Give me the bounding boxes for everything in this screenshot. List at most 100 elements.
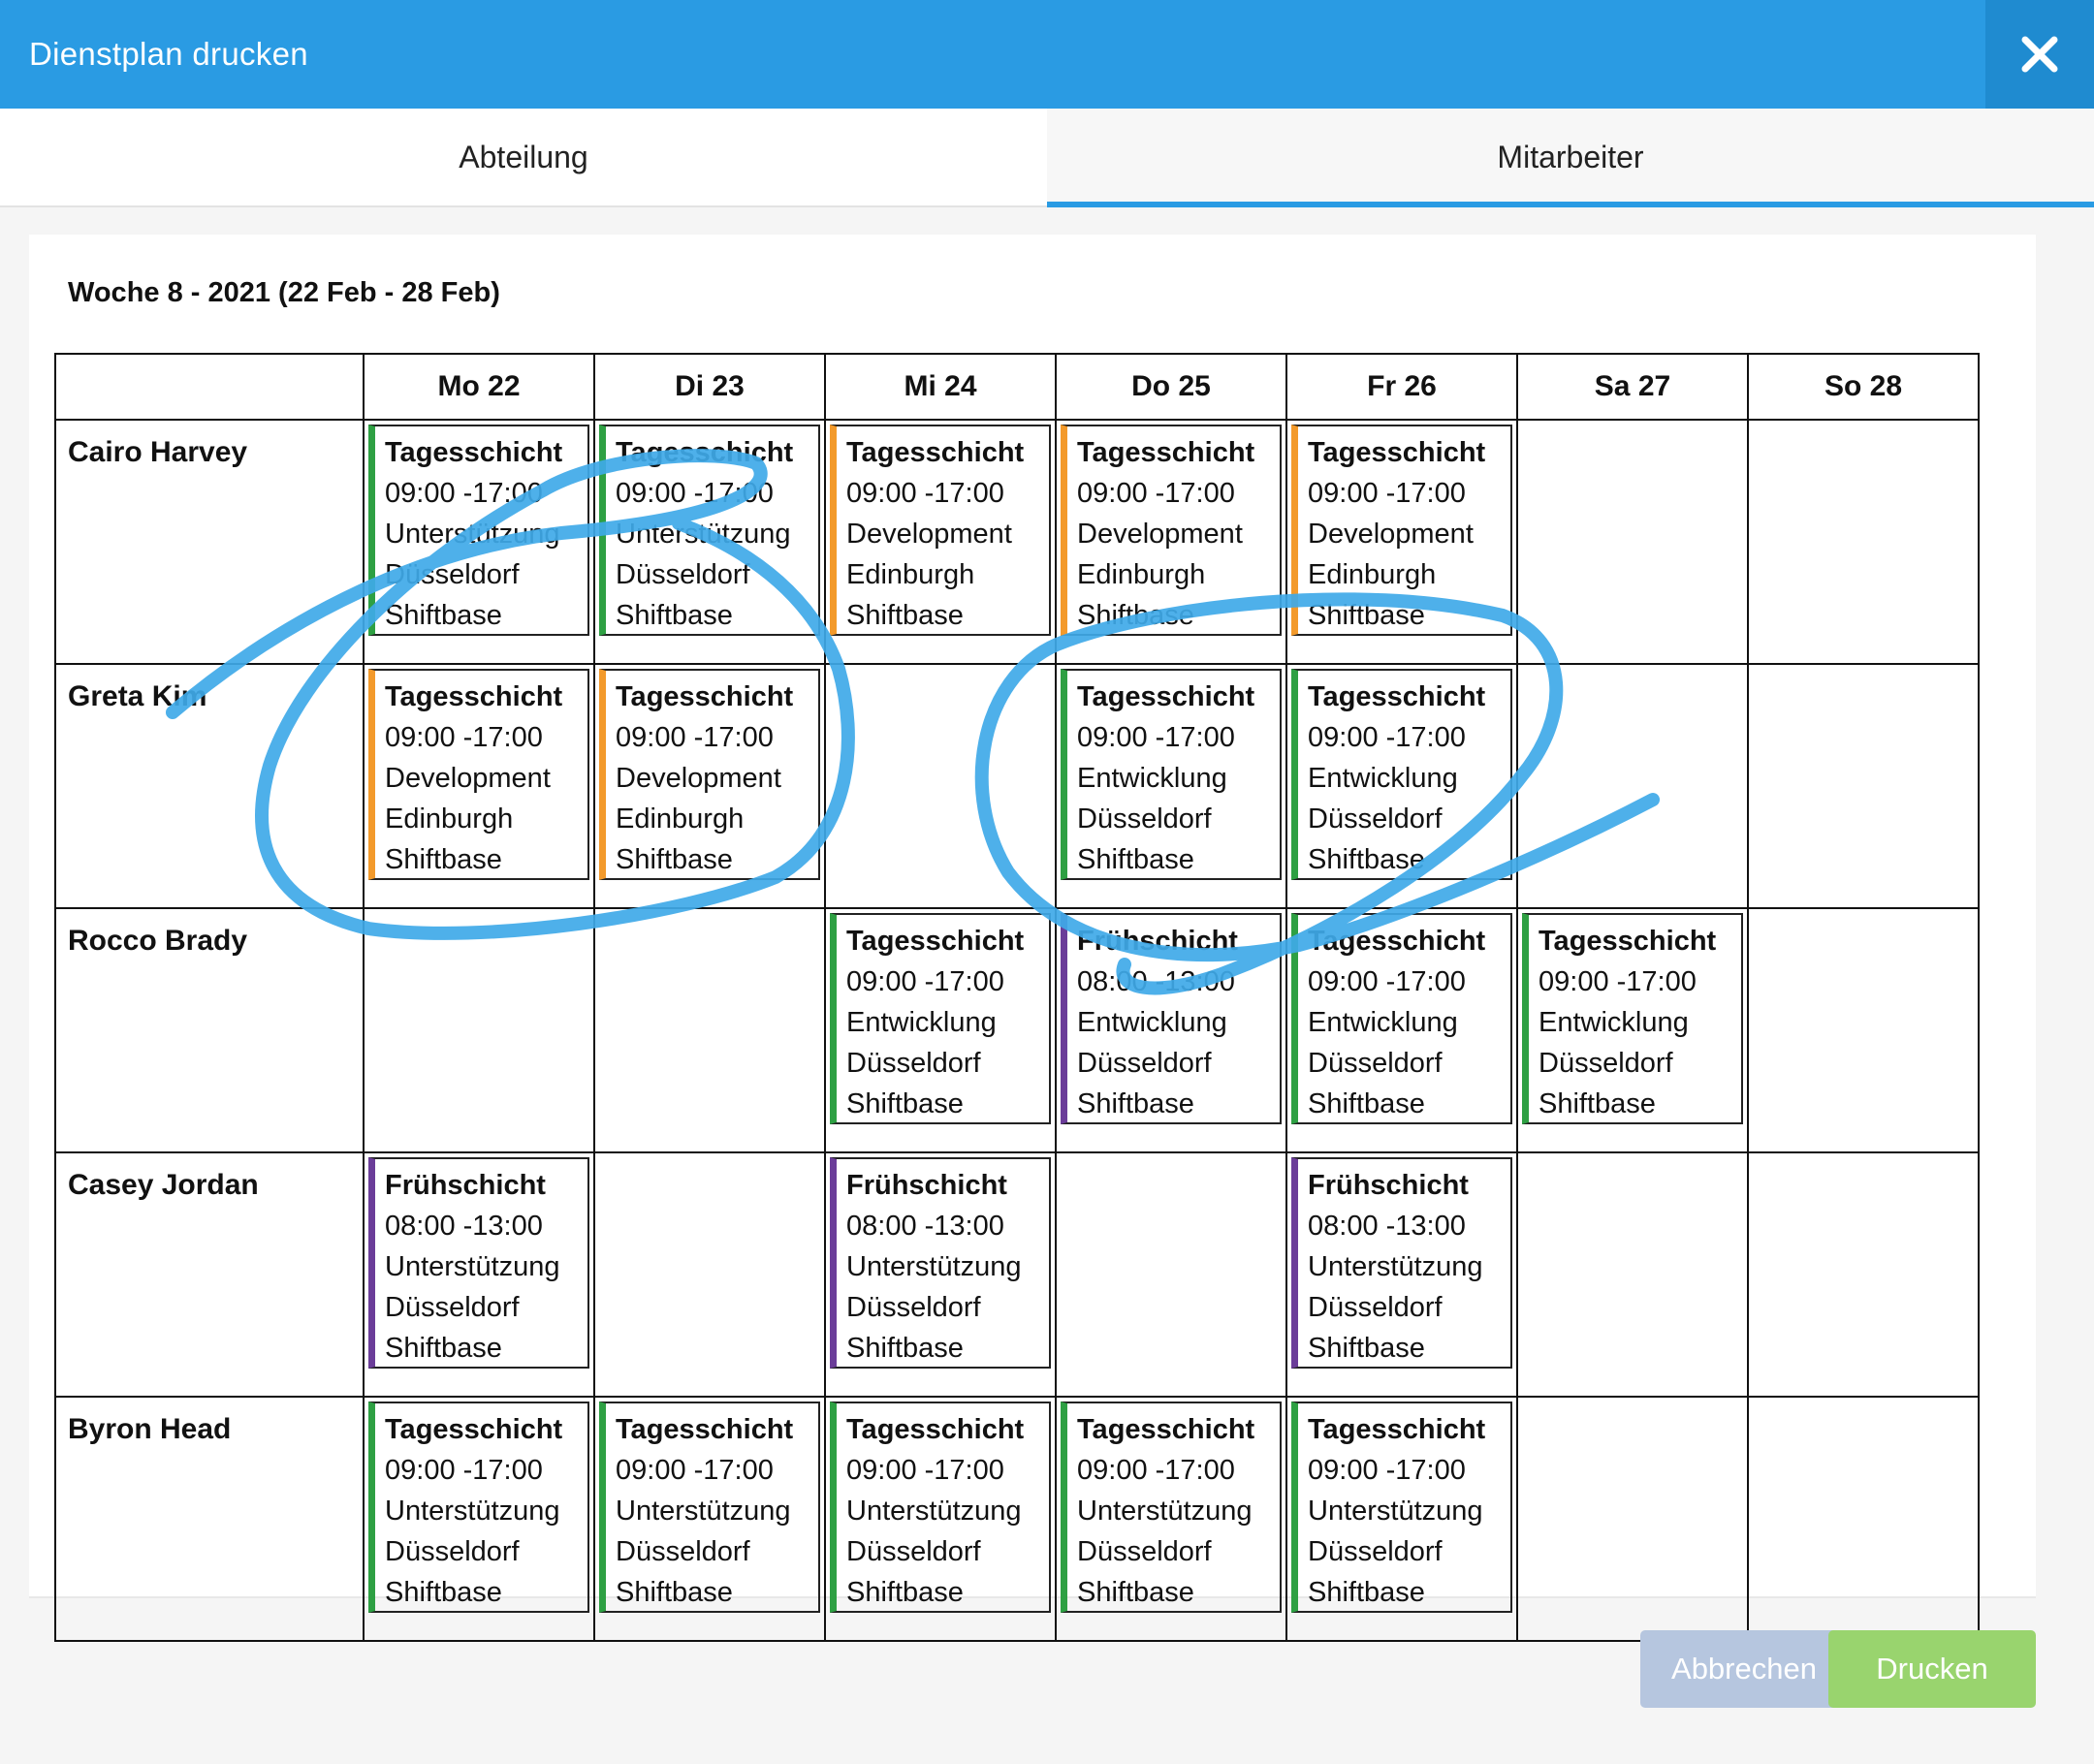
tab-mitarbeiter[interactable]: Mitarbeiter — [1047, 109, 2094, 207]
shift-card: Tagesschicht 09:00 -17:00 Entwicklung Düsse… — [1061, 669, 1282, 880]
shift-name: Frühschicht — [1308, 1170, 1469, 1201]
shift-location: Düsseldorf — [616, 559, 750, 590]
shift-time: 09:00 -17:00 — [385, 1455, 543, 1486]
shift-card: Tagesschicht 09:00 -17:00 Unterstützung Düs… — [1291, 1402, 1512, 1613]
shift-time: 08:00 -13:00 — [385, 1211, 543, 1242]
day-cell: Frühschicht 08:00 -13:00 Unterstützung Düss… — [1285, 1151, 1518, 1398]
shift-name: Tagesschicht — [846, 1414, 1025, 1445]
day-cell: Tagesschicht 09:00 -17:00 Unterstützung Düs… — [593, 419, 826, 665]
shift-department: Entwicklung — [1308, 1007, 1458, 1038]
shift-name: Tagesschicht — [1539, 926, 1717, 957]
shift-location: Düsseldorf — [1308, 803, 1443, 835]
tab-bar: Abteilung Mitarbeiter — [0, 109, 2094, 207]
dialog-header: Dienstplan drucken — [0, 0, 2094, 109]
cancel-button[interactable]: Abbrechen — [1640, 1630, 1848, 1708]
shift-department: Development — [1308, 519, 1474, 550]
print-button[interactable]: Drucken — [1828, 1630, 2036, 1708]
shift-company: Shiftbase — [385, 600, 502, 631]
shift-card: Tagesschicht 09:00 -17:00 Entwicklung Düsse… — [1291, 669, 1512, 880]
day-cell: Tagesschicht 09:00 -17:00 Unterstützung Düs… — [363, 419, 595, 665]
shift-time: 09:00 -17:00 — [846, 1455, 1004, 1486]
shift-department: Unterstützung — [616, 1496, 791, 1527]
shift-location: Düsseldorf — [616, 1536, 750, 1567]
shift-card: Tagesschicht 09:00 -17:00 Development Edinb… — [599, 669, 820, 880]
shift-company: Shiftbase — [1077, 1577, 1194, 1608]
shift-card: Tagesschicht 09:00 -17:00 Unterstützung Düs… — [599, 425, 820, 636]
day-cell: Tagesschicht 09:00 -17:00 Entwicklung Düsse… — [1285, 663, 1518, 909]
day-cell — [1747, 907, 1980, 1153]
shift-location: Düsseldorf — [1539, 1048, 1673, 1079]
shift-card: Tagesschicht 09:00 -17:00 Development Edinb… — [1291, 425, 1512, 636]
shift-company: Shiftbase — [1308, 1577, 1425, 1608]
shift-company: Shiftbase — [1308, 1333, 1425, 1364]
shift-time: 09:00 -17:00 — [1308, 722, 1466, 753]
day-header: Mi 24 — [824, 353, 1057, 421]
tab-abteilung[interactable]: Abteilung — [0, 109, 1047, 205]
shift-name: Tagesschicht — [616, 681, 794, 712]
shift-location: Düsseldorf — [385, 559, 520, 590]
day-cell — [593, 1151, 826, 1398]
day-cell: Tagesschicht 09:00 -17:00 Development Edinb… — [1055, 419, 1287, 665]
day-cell: Frühschicht 08:00 -13:00 Unterstützung Düss… — [824, 1151, 1057, 1398]
shift-name: Tagesschicht — [385, 1414, 563, 1445]
shift-name: Frühschicht — [1077, 926, 1238, 957]
close-button[interactable] — [1985, 0, 2094, 109]
shift-card: Tagesschicht 09:00 -17:00 Entwicklung Düsse… — [1291, 913, 1512, 1124]
shift-company: Shiftbase — [1539, 1088, 1656, 1119]
shift-time: 09:00 -17:00 — [1308, 1455, 1466, 1486]
shift-company: Shiftbase — [616, 844, 733, 875]
shift-name: Tagesschicht — [385, 437, 563, 468]
shift-location: Düsseldorf — [846, 1292, 981, 1323]
shift-name: Tagesschicht — [616, 1414, 794, 1445]
shift-name: Tagesschicht — [1077, 681, 1255, 712]
shift-card: Frühschicht 08:00 -13:00 Unterstützung Düss… — [1291, 1157, 1512, 1369]
shift-location: Düsseldorf — [385, 1536, 520, 1567]
shift-time: 09:00 -17:00 — [616, 722, 774, 753]
shift-department: Entwicklung — [1539, 1007, 1689, 1038]
shift-time: 09:00 -17:00 — [1077, 478, 1235, 509]
day-header: Fr 26 — [1285, 353, 1518, 421]
shift-department: Unterstützung — [385, 519, 560, 550]
shift-card: Tagesschicht 09:00 -17:00 Unterstützung Düs… — [1061, 1402, 1282, 1613]
shift-location: Düsseldorf — [846, 1536, 981, 1567]
employee-name: Casey Jordan — [54, 1151, 365, 1398]
shift-card: Frühschicht 08:00 -13:00 Unterstützung Düss… — [368, 1157, 589, 1369]
shift-card: Tagesschicht 09:00 -17:00 Development Edinb… — [1061, 425, 1282, 636]
day-cell — [1516, 419, 1749, 665]
shift-department: Entwicklung — [1308, 763, 1458, 794]
shift-time: 08:00 -13:00 — [1077, 966, 1235, 997]
day-cell: Tagesschicht 09:00 -17:00 Development Edinb… — [1285, 419, 1518, 665]
shift-department: Unterstützung — [616, 519, 791, 550]
shift-department: Development — [846, 519, 1012, 550]
shift-location: Edinburgh — [385, 803, 514, 835]
day-cell: Tagesschicht 09:00 -17:00 Unterstützung Düs… — [1055, 1396, 1287, 1642]
employee-name: Byron Head — [54, 1396, 365, 1642]
shift-card: Frühschicht 08:00 -13:00 Entwicklung Düssel… — [1061, 913, 1282, 1124]
shift-location: Düsseldorf — [1077, 1048, 1212, 1079]
employee-name: Rocco Brady — [54, 907, 365, 1153]
shift-department: Unterstützung — [846, 1251, 1022, 1282]
day-cell: Frühschicht 08:00 -13:00 Unterstützung Düss… — [363, 1151, 595, 1398]
shift-card: Frühschicht 08:00 -13:00 Unterstützung Düss… — [830, 1157, 1051, 1369]
shift-time: 09:00 -17:00 — [385, 722, 543, 753]
employee-row: Rocco Brady Tagesschicht 09:00 -17:00 Entwi… — [54, 907, 1980, 1153]
day-cell: Tagesschicht 09:00 -17:00 Development Edinb… — [363, 663, 595, 909]
employee-row: Casey Jordan Frühschicht 08:00 -13:00 Unter… — [54, 1151, 1980, 1398]
roster-header-row: Mo 22 Di 23 Mi 24 Do 25 Fr 26 Sa 27 So 28 — [54, 353, 1980, 421]
shift-company: Shiftbase — [385, 1577, 502, 1608]
shift-time: 09:00 -17:00 — [385, 478, 543, 509]
shift-name: Tagesschicht — [1308, 926, 1486, 957]
shift-name: Tagesschicht — [1077, 1414, 1255, 1445]
day-cell: Tagesschicht 09:00 -17:00 Unterstützung Düs… — [363, 1396, 595, 1642]
roster-table: Mo 22 Di 23 Mi 24 Do 25 Fr 26 Sa 27 So 28 Cair… — [54, 353, 1980, 1642]
shift-department: Unterstützung — [385, 1251, 560, 1282]
day-cell: Tagesschicht 09:00 -17:00 Entwicklung Düsse… — [824, 907, 1057, 1153]
day-cell: Tagesschicht 09:00 -17:00 Entwicklung Düsse… — [1055, 663, 1287, 909]
shift-time: 09:00 -17:00 — [1077, 1455, 1235, 1486]
shift-time: 09:00 -17:00 — [616, 478, 774, 509]
day-cell — [1516, 1396, 1749, 1642]
shift-time: 08:00 -13:00 — [846, 1211, 1004, 1242]
shift-location: Düsseldorf — [1077, 803, 1212, 835]
day-cell: Tagesschicht 09:00 -17:00 Unterstützung Düs… — [593, 1396, 826, 1642]
employee-name: Greta Kim — [54, 663, 365, 909]
